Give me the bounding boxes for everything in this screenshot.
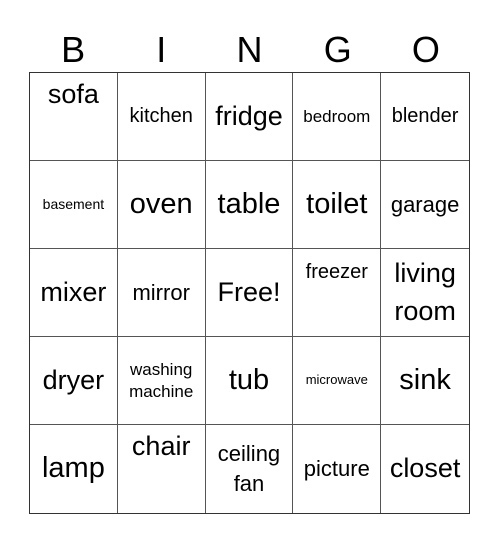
bingo-cell[interactable]: chair: [118, 425, 206, 513]
bingo-cell[interactable]: microwave: [293, 337, 382, 425]
bingo-cell[interactable]: fridge: [205, 73, 294, 161]
bingo-header: B I N G O: [29, 28, 470, 72]
bingo-cell[interactable]: sofa: [30, 73, 118, 161]
bingo-cell[interactable]: oven: [117, 161, 206, 249]
free-space-cell[interactable]: Free!: [205, 249, 294, 337]
header-letter-i: I: [156, 29, 167, 70]
bingo-cell[interactable]: freezer: [293, 249, 382, 337]
bingo-cell[interactable]: closet: [381, 425, 469, 513]
header-letter-g: G: [323, 29, 352, 70]
header-letter-n: N: [236, 29, 263, 70]
header-letter-o: O: [411, 29, 440, 70]
bingo-cell[interactable]: ceiling fan: [206, 425, 294, 513]
bingo-cell[interactable]: washing machine: [117, 337, 206, 425]
bingo-cell[interactable]: lamp: [30, 425, 118, 513]
bingo-cell[interactable]: picture: [293, 425, 382, 513]
bingo-cell[interactable]: mirror: [117, 249, 206, 337]
bingo-cell[interactable]: mixer: [30, 249, 118, 337]
bingo-cell[interactable]: tub: [205, 337, 294, 425]
bingo-cell[interactable]: table: [205, 161, 294, 249]
bingo-cell[interactable]: living room: [381, 249, 469, 337]
bingo-cell[interactable]: blender: [381, 73, 469, 161]
header-letter-b: B: [61, 29, 86, 70]
bingo-cell[interactable]: toilet: [293, 161, 382, 249]
bingo-cell[interactable]: bedroom: [293, 73, 382, 161]
bingo-cell[interactable]: garage: [381, 161, 469, 249]
bingo-cell[interactable]: dryer: [30, 337, 118, 425]
bingo-grid: sofa kitchen fridge bedroom blender base…: [29, 72, 470, 514]
bingo-cell[interactable]: basement: [30, 161, 118, 249]
bingo-cell[interactable]: kitchen: [117, 73, 206, 161]
bingo-cell[interactable]: sink: [381, 337, 469, 425]
